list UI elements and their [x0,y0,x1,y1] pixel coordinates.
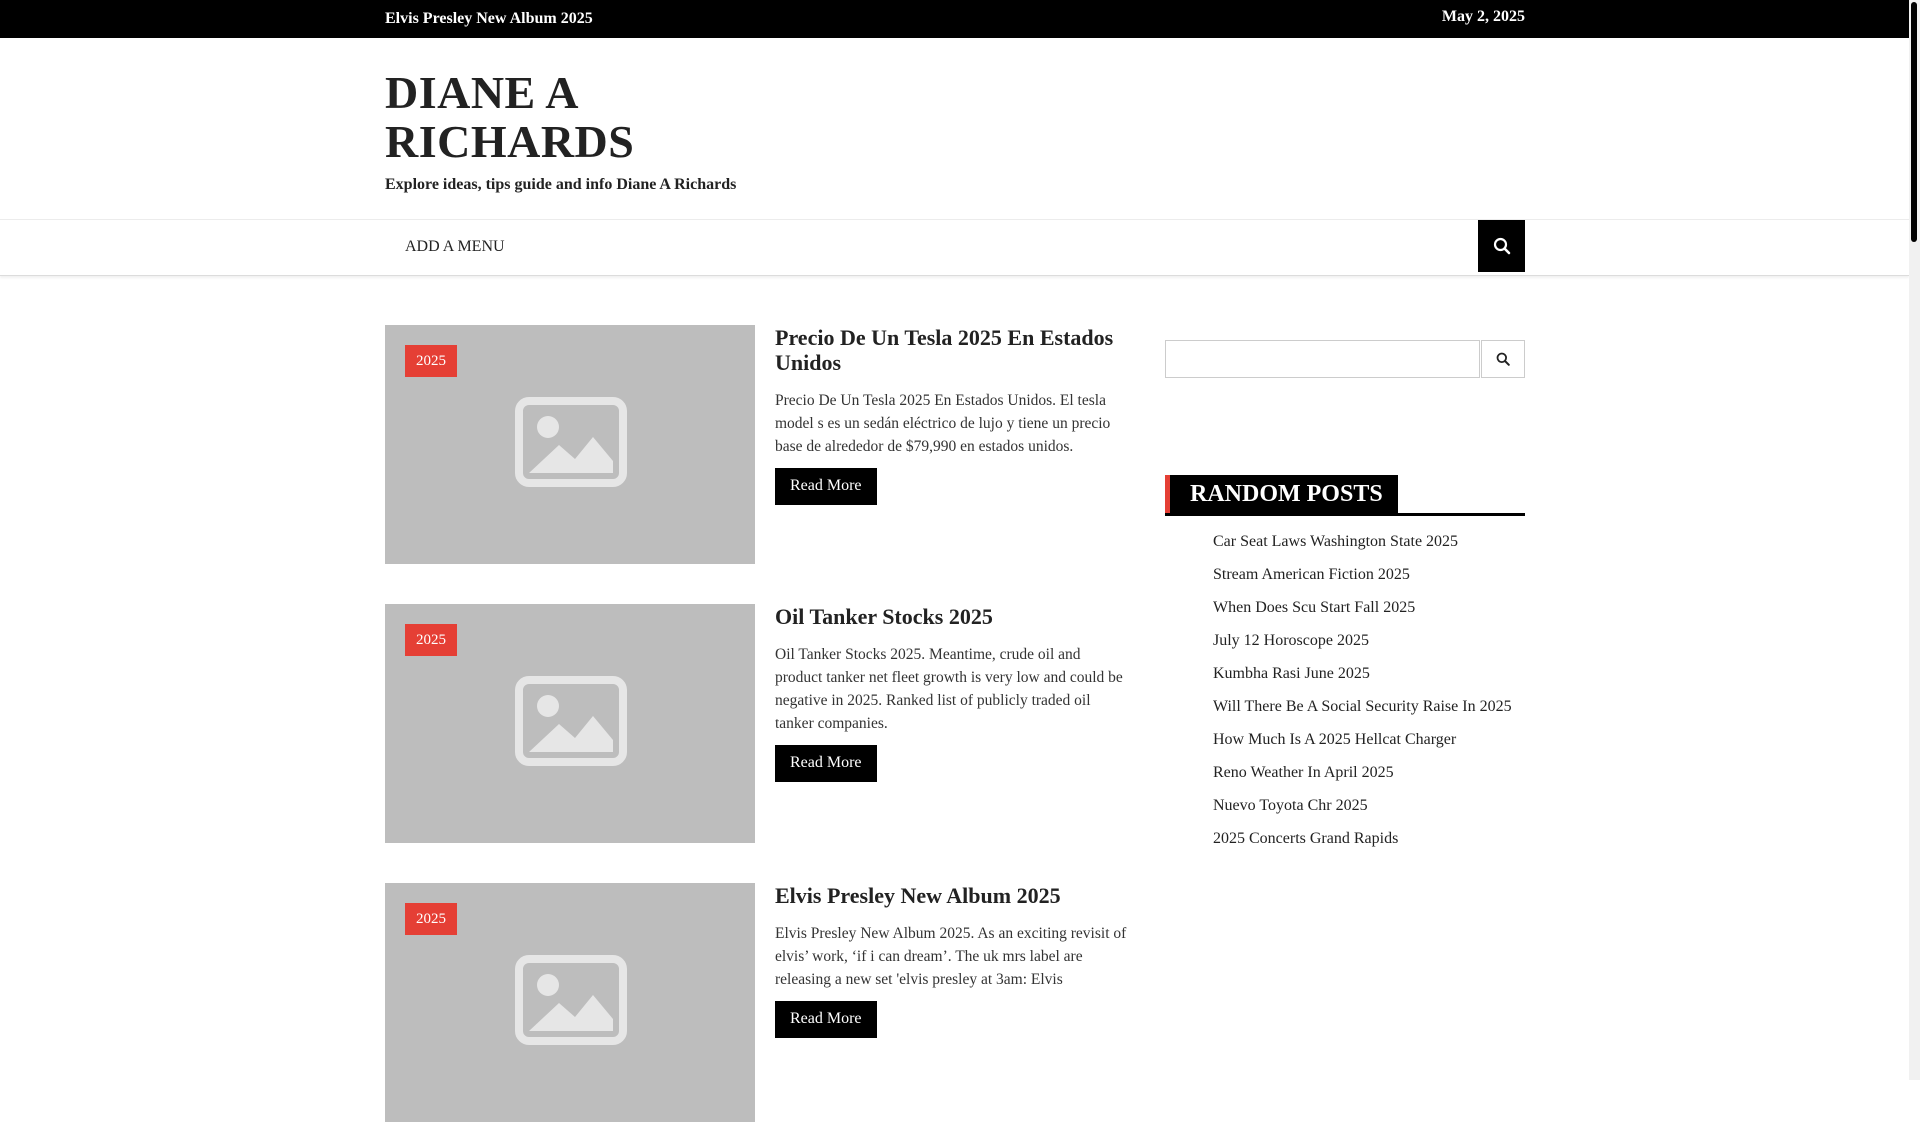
sidebar-search-button[interactable] [1481,340,1525,378]
post-body: Elvis Presley New Album 2025 Elvis Presl… [775,883,1130,1038]
site-tagline: Explore ideas, tips guide and info Diane… [385,176,737,193]
random-post-link[interactable]: When Does Scu Start Fall 2025 [1213,598,1512,631]
post-body: Oil Tanker Stocks 2025 Oil Tanker Stocks… [775,604,1130,782]
post-body: Precio De Un Tesla 2025 En Estados Unido… [775,325,1130,505]
search-icon [1493,237,1510,255]
post-excerpt: Elvis Presley New Album 2025. As an exci… [775,925,1127,988]
post-thumbnail[interactable]: 2025 [385,883,755,1122]
post-title[interactable]: Oil Tanker Stocks 2025 [775,604,1130,629]
category-tag[interactable]: 2025 [405,345,457,377]
read-more-button[interactable]: Read More [775,745,877,782]
read-more-button[interactable]: Read More [775,468,877,505]
category-tag[interactable]: 2025 [405,903,457,935]
post-thumbnail[interactable]: 2025 [385,604,755,843]
post-card: 2025 Precio De Un Tesla 2025 En Estados … [385,325,1130,565]
random-post-link[interactable]: July 12 Horoscope 2025 [1213,631,1512,664]
site-title[interactable]: DIANE A RICHARDS [385,68,785,166]
breaking-news-ticker[interactable]: Elvis Presley New Album 2025 [385,10,593,28]
random-post-link[interactable]: Stream American Fiction 2025 [1213,565,1512,598]
sidebar: RANDOM POSTS Car Seat Laws Washington St… [1165,340,1525,847]
random-post-link[interactable]: Kumbha Rasi June 2025 [1213,664,1512,697]
page-scrollbar[interactable] [1909,0,1920,1080]
image-placeholder-icon [515,676,627,766]
post-card: 2025 Oil Tanker Stocks 2025 Oil Tanker S… [385,604,1130,844]
random-post-link[interactable]: Will There Be A Social Security Raise In… [1213,697,1512,730]
nav-menu-item[interactable]: ADD A MENU [405,238,505,256]
sidebar-search-input[interactable] [1165,340,1480,378]
read-more-button[interactable]: Read More [775,1001,877,1038]
category-tag[interactable]: 2025 [405,624,457,656]
main-navigation: ADD A MENU [0,219,1909,276]
random-posts-list: Car Seat Laws Washington State 2025 Stre… [1213,532,1512,862]
random-post-link[interactable]: How Much Is A 2025 Hellcat Charger [1213,730,1512,763]
random-posts-header: RANDOM POSTS [1165,475,1525,516]
header-search-button[interactable] [1478,220,1525,272]
post-title[interactable]: Elvis Presley New Album 2025 [775,883,1130,908]
random-post-link[interactable]: Car Seat Laws Washington State 2025 [1213,532,1512,565]
sidebar-search-form [1165,340,1525,380]
post-card: 2025 Elvis Presley New Album 2025 Elvis … [385,883,1130,1122]
post-title[interactable]: Precio De Un Tesla 2025 En Estados Unido… [775,325,1130,375]
image-placeholder-icon [515,397,627,487]
post-excerpt: Precio De Un Tesla 2025 En Estados Unido… [775,392,1111,455]
post-thumbnail[interactable]: 2025 [385,325,755,564]
top-bar: Elvis Presley New Album 2025 May 2, 2025 [0,0,1909,38]
site-branding: DIANE A RICHARDS Explore ideas, tips gui… [385,68,785,194]
image-placeholder-icon [515,955,627,1045]
current-date: May 2, 2025 [1441,8,1525,25]
scrollbar-thumb[interactable] [1911,2,1917,242]
random-post-link[interactable]: Nuevo Toyota Chr 2025 [1213,796,1512,829]
random-post-link[interactable]: Reno Weather In April 2025 [1213,763,1512,796]
search-icon [1496,352,1510,366]
random-post-link[interactable]: 2025 Concerts Grand Rapids [1213,829,1512,862]
post-excerpt: Oil Tanker Stocks 2025. Meantime, crude … [775,646,1123,732]
widget-title: RANDOM POSTS [1165,475,1398,513]
